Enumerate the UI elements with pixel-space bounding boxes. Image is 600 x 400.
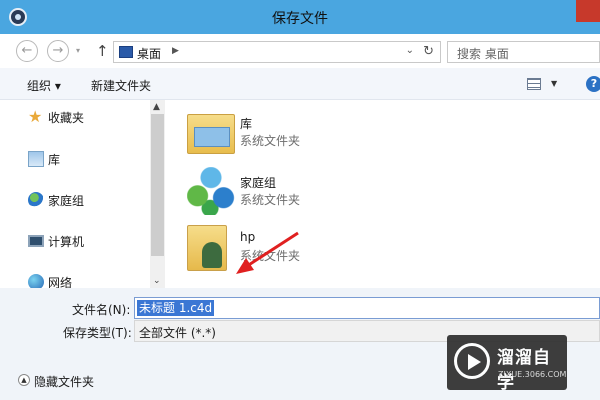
- chevron-right-icon[interactable]: ▶: [172, 46, 179, 56]
- sidebar-item-label: 库: [48, 153, 61, 167]
- navigation-pane: ★ 收藏夹 库 家庭组 计算机 网络: [0, 100, 150, 288]
- refresh-icon[interactable]: ↻: [423, 44, 434, 59]
- scroll-up-icon[interactable]: ▲: [153, 102, 160, 112]
- library-folder-icon: [187, 114, 235, 154]
- sidebar-item-label: 家庭组: [48, 194, 85, 208]
- up-arrow-icon[interactable]: ↑: [96, 42, 109, 60]
- list-item[interactable]: 库 系统文件夹: [187, 108, 487, 160]
- hide-folders-label: 隐藏文件夹: [34, 375, 95, 389]
- organize-button[interactable]: 组织 ▾: [27, 77, 61, 94]
- view-options-icon[interactable]: [527, 78, 541, 90]
- homegroup-icon: [187, 167, 235, 215]
- scroll-down-icon[interactable]: ⌄: [153, 276, 161, 286]
- recent-locations-dropdown-icon[interactable]: ▾: [76, 46, 80, 55]
- search-input[interactable]: 搜索 桌面: [447, 41, 600, 63]
- desktop-icon: [119, 46, 133, 58]
- address-bar: ← → ▾ ↑ 桌面 ▶ ⌄ ↻ 搜索 桌面: [0, 34, 600, 68]
- command-toolbar: 组织 ▾ 新建文件夹 ▼ ?: [0, 68, 600, 100]
- path-segment-desktop[interactable]: 桌面: [137, 45, 161, 62]
- file-type: 系统文件夹: [240, 249, 301, 263]
- list-item[interactable]: 家庭组 系统文件夹: [187, 167, 487, 219]
- file-list: 库 系统文件夹 家庭组 系统文件夹 hp 系统文件夹: [165, 100, 600, 288]
- sidebar-item-label: 网络: [48, 276, 73, 288]
- file-name: 家庭组: [240, 176, 277, 190]
- filetype-label: 保存类型(T):: [63, 326, 132, 340]
- filename-field[interactable]: 未标题 1.c4d: [134, 297, 600, 319]
- filename-value[interactable]: 未标题 1.c4d: [137, 300, 215, 316]
- computer-icon: [28, 235, 44, 247]
- file-type: 系统文件夹: [240, 193, 301, 207]
- user-folder-icon: [187, 225, 227, 271]
- new-folder-button[interactable]: 新建文件夹: [91, 77, 151, 94]
- title-bar: 保存文件: [0, 0, 600, 34]
- sidebar-item-label: 计算机: [48, 235, 85, 249]
- watermark-logo: 溜溜自学 ZIXUE.3066.COM: [447, 335, 567, 393]
- close-button[interactable]: [576, 0, 600, 22]
- back-arrow-icon[interactable]: ←: [16, 40, 38, 62]
- library-icon: [28, 151, 44, 167]
- help-icon[interactable]: ?: [586, 76, 600, 92]
- favorites-star-icon: ★: [28, 107, 43, 126]
- list-item[interactable]: hp 系统文件夹: [187, 223, 487, 275]
- filename-label: 文件名(N):: [72, 303, 131, 317]
- play-logo-icon: [454, 343, 490, 379]
- watermark-subtitle: ZIXUE.3066.COM: [498, 370, 567, 379]
- file-name: hp: [240, 230, 256, 244]
- forward-arrow-icon[interactable]: →: [47, 40, 69, 62]
- sidebar-item-label: 收藏夹: [48, 111, 85, 125]
- search-placeholder: 搜索 桌面: [457, 47, 509, 61]
- file-name: 库: [240, 117, 253, 131]
- watermark-title: 溜溜自学: [497, 348, 551, 393]
- filetype-value: 全部文件 (*.*): [139, 326, 216, 340]
- window-title: 保存文件: [272, 11, 328, 27]
- address-path-box[interactable]: 桌面 ▶ ⌄ ↻: [113, 41, 441, 63]
- view-dropdown-icon[interactable]: ▼: [551, 79, 557, 88]
- homegroup-icon: [28, 192, 44, 208]
- file-type: 系统文件夹: [240, 134, 301, 148]
- chevron-down-icon[interactable]: ⌄: [406, 45, 414, 56]
- scroll-thumb[interactable]: [151, 114, 164, 256]
- sidebar-scrollbar[interactable]: ▲ ⌄: [150, 100, 165, 288]
- network-icon: [28, 274, 44, 288]
- collapse-icon: ▲: [18, 374, 30, 386]
